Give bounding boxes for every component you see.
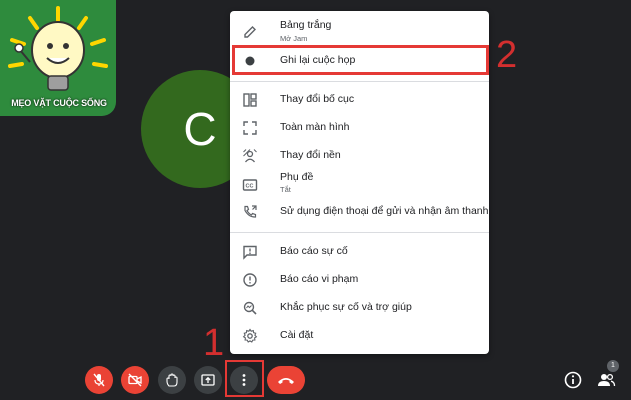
present-screen-icon <box>201 374 215 386</box>
svg-text:CC: CC <box>246 184 254 190</box>
layout-icon <box>243 93 257 107</box>
report-abuse-icon <box>243 273 257 287</box>
hang-up-icon <box>278 378 294 384</box>
step-number-2: 2 <box>496 34 518 76</box>
menu-item-troubleshoot-help[interactable]: Khắc phục sự cố và trợ giúp <box>230 295 489 321</box>
menu-item-label: Toàn màn hình <box>280 121 350 133</box>
menu-item-label: Báo cáo vi phạm <box>280 273 359 285</box>
menu-item-captions[interactable]: CC Phụ đề Tắt <box>230 169 489 199</box>
meeting-info-icon[interactable] <box>563 370 583 390</box>
menu-item-settings[interactable]: Cài đặt <box>230 323 489 349</box>
site-logo: MẸO VẶT CUỘC SỐNG <box>0 0 116 116</box>
leave-call-button[interactable] <box>267 366 305 394</box>
menu-item-label: Bảng trắng <box>280 19 332 31</box>
menu-item-phone-audio[interactable]: Sử dụng điện thoại để gửi và nhận âm tha… <box>230 199 489 225</box>
pen-icon <box>244 26 256 38</box>
menu-item-fullscreen[interactable]: Toàn màn hình <box>230 115 489 141</box>
step-number-1: 1 <box>203 322 225 364</box>
raise-hand-button[interactable] <box>158 366 186 394</box>
background-icon <box>243 149 257 163</box>
camera-off-icon <box>128 373 142 387</box>
present-screen-button[interactable] <box>194 366 222 394</box>
highlight-box-more <box>225 360 264 397</box>
hand-icon <box>166 373 178 387</box>
menu-item-label: Cài đặt <box>280 329 314 341</box>
menu-divider <box>230 232 489 233</box>
menu-item-sublabel: Mở Jam <box>280 34 308 43</box>
menu-item-change-background[interactable]: Thay đổi nền <box>230 143 489 169</box>
menu-item-label: Báo cáo sự cố <box>280 245 348 257</box>
menu-item-sublabel: Tắt <box>280 185 291 194</box>
mic-off-button[interactable] <box>85 366 113 394</box>
troubleshoot-icon <box>243 301 257 315</box>
fullscreen-icon <box>243 121 257 135</box>
participant-count-badge: 1 <box>607 360 619 372</box>
mic-off-icon <box>93 373 105 387</box>
report-problem-icon <box>243 245 257 260</box>
menu-divider <box>230 81 489 82</box>
menu-item-report-problem[interactable]: Báo cáo sự cố <box>230 239 489 265</box>
menu-item-label: Thay đổi bố cục <box>280 93 355 105</box>
camera-off-button[interactable] <box>121 366 149 394</box>
menu-item-change-layout[interactable]: Thay đổi bố cục <box>230 87 489 113</box>
menu-item-label: Thay đổi nền <box>280 149 341 161</box>
participants-icon[interactable] <box>596 370 616 390</box>
logo-text: MẸO VẶT CUỘC SỐNG <box>11 98 107 108</box>
captions-icon: CC <box>242 179 258 191</box>
menu-item-label: Phụ đề <box>280 171 314 183</box>
menu-item-label: Khắc phục sự cố và trợ giúp <box>280 301 412 313</box>
highlight-box-record <box>232 45 489 75</box>
gear-icon <box>242 328 258 343</box>
phone-audio-icon <box>244 205 257 218</box>
menu-item-report-abuse[interactable]: Báo cáo vi phạm <box>230 267 489 293</box>
menu-item-label: Sử dụng điện thoại để gửi và nhận âm tha… <box>280 205 489 217</box>
